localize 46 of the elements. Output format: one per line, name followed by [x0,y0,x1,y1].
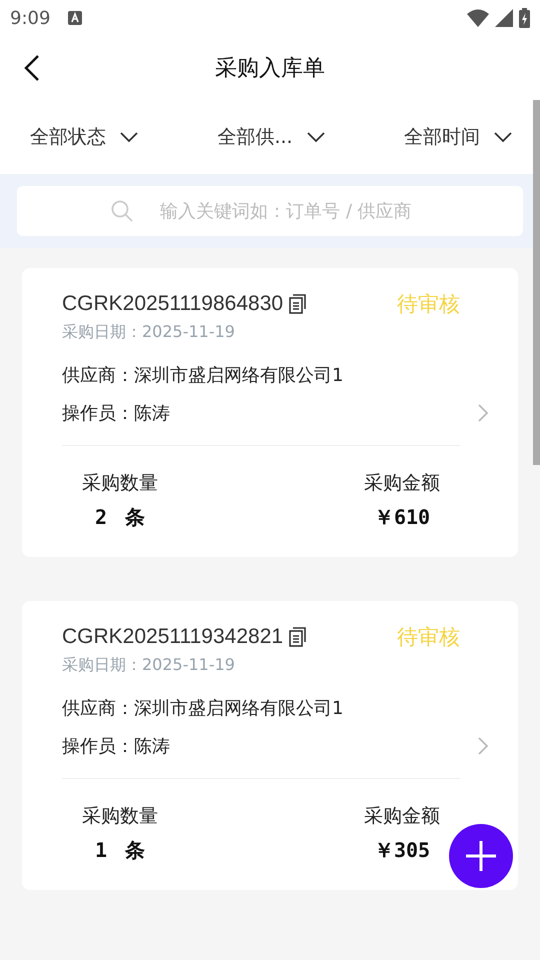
order-status: 待审核 [397,291,460,318]
quantity-value: 2 条 [94,504,146,531]
order-card[interactable]: CGRK20251119342821 待审核 采购日期：2025-11-19 供应商：深圳市盛启网络有限公司1 操作员：陈涛 采购数量 1 条 采购金额 ￥305 [22,601,518,890]
quantity-label: 采购数量 [82,471,158,496]
supplier-name: 深圳市盛启网络有限公司1 [134,364,344,387]
battery-icon [519,8,530,28]
purchase-date: 2025-11-19 [142,655,235,674]
chevron-down-icon [494,131,512,143]
operator-label: 操作员： [62,735,134,758]
signal-icon [495,9,513,27]
supplier-label: 供应商： [62,364,134,387]
order-status: 待审核 [397,624,460,651]
order-card[interactable]: CGRK20251119864830 待审核 采购日期：2025-11-19 供应商：深圳市盛启网络有限公司1 操作员：陈涛 采购数量 2 条 采购金额 ￥610 [22,268,518,557]
filter-dropdown[interactable]: 全部供... [217,124,325,150]
quantity-value: 1 条 [94,837,146,864]
amount-value: ￥610 [374,504,430,531]
copy-icon[interactable] [287,627,308,647]
amount-label: 采购金额 [364,804,440,829]
chevron-right-icon [478,404,488,422]
operator-label: 操作员： [62,402,134,425]
search-field[interactable]: 输入关键词如：订单号 / 供应商 [17,186,523,236]
chevron-down-icon [306,131,325,143]
supplier-name: 深圳市盛启网络有限公司1 [134,697,344,720]
plus-icon [464,839,498,873]
back-icon[interactable] [24,54,40,82]
order-number: CGRK20251119342821 [62,625,284,649]
supplier-label: 供应商： [62,697,134,720]
order-number: CGRK20251119864830 [62,292,284,316]
page-title: 采购入库单 [215,55,325,83]
copy-icon[interactable] [287,294,308,314]
date-label: 采购日期： [62,655,142,674]
purchase-date: 2025-11-19 [142,322,235,341]
quantity-label: 采购数量 [82,804,158,829]
amount-value: ￥305 [374,837,430,864]
date-label: 采购日期： [62,322,142,341]
operator-name: 陈涛 [134,735,170,758]
amount-label: 采购金额 [364,471,440,496]
operator-name: 陈涛 [134,402,170,425]
filter-dropdown[interactable]: 全部时间 [404,124,512,150]
filter-dropdown[interactable]: 全部状态 [30,124,138,150]
chevron-right-icon [478,737,488,755]
wifi-icon [467,9,489,27]
status-time: 9:09 [10,8,50,28]
chevron-down-icon [120,131,138,143]
notification-icon [68,11,82,25]
search-icon [110,199,134,223]
